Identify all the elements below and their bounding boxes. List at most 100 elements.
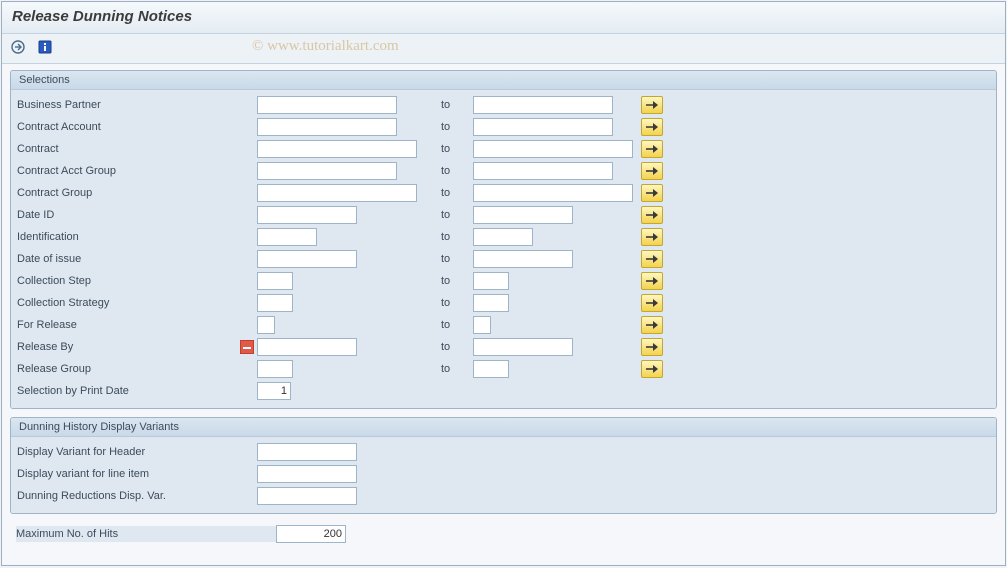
selection-row: Date of issue to [17,248,990,270]
multiple-selection-button[interactable] [641,338,663,356]
multiple-selection-button[interactable] [641,96,663,114]
required-icon [240,340,254,354]
max-hits-label: Maximum No. of Hits [16,526,276,542]
arrow-right-icon [645,232,659,242]
multiple-selection-button[interactable] [641,316,663,334]
multiple-selection-button[interactable] [641,118,663,136]
from-input[interactable] [257,294,293,312]
field-label: Collection Strategy [17,295,237,311]
field-label: Business Partner [17,97,237,113]
execute-icon [11,40,27,54]
print-date-input[interactable] [257,382,291,400]
field-label: Contract Acct Group [17,163,237,179]
to-label: to [427,165,473,177]
arrow-right-icon [645,298,659,308]
to-label: to [427,319,473,331]
from-input[interactable] [257,118,397,136]
field-label: Contract [17,141,237,157]
from-input[interactable] [257,338,357,356]
to-input[interactable] [473,360,509,378]
arrow-right-icon [645,166,659,176]
group-header-variants: Dunning History Display Variants [11,418,996,437]
field-label: Contract Account [17,119,237,135]
variant-input[interactable] [257,465,357,483]
field-label: Date of issue [17,251,237,267]
field-label: Date ID [17,207,237,223]
application-window: Release Dunning Notices © www.tutorialka… [1,1,1006,566]
multiple-selection-button[interactable] [641,206,663,224]
to-input[interactable] [473,294,509,312]
from-input[interactable] [257,228,317,246]
to-label: to [427,209,473,221]
arrow-right-icon [645,210,659,220]
selection-row: Release Groupto [17,358,990,380]
to-input[interactable] [473,96,613,114]
watermark: © www.tutorialkart.com [252,38,399,55]
to-label: to [427,187,473,199]
variant-row: Display variant for line item [17,463,990,485]
field-label: Collection Step [17,273,237,289]
to-input[interactable] [473,250,573,268]
to-label: to [427,99,473,111]
from-input[interactable] [257,360,293,378]
execute-button[interactable] [8,37,30,57]
multiple-selection-button[interactable] [641,294,663,312]
max-hits-input[interactable] [276,525,346,543]
from-input[interactable] [257,162,397,180]
info-button[interactable] [34,37,56,57]
multiple-selection-button[interactable] [641,360,663,378]
arrow-right-icon [645,188,659,198]
multiple-selection-button[interactable] [641,272,663,290]
to-label: to [427,341,473,353]
arrow-right-icon [645,100,659,110]
multiple-selection-button[interactable] [641,228,663,246]
to-input[interactable] [473,228,533,246]
group-body-variants: Display Variant for Header Display varian… [11,437,996,513]
selection-row: Contract Groupto [17,182,990,204]
from-input[interactable] [257,96,397,114]
selection-row: Business Partner to [17,94,990,116]
required-marker [237,340,257,354]
group-selections: Selections Business PartnertoContract Ac… [10,70,997,409]
to-input[interactable] [473,206,573,224]
to-input[interactable] [473,338,573,356]
from-input[interactable] [257,272,293,290]
footer-row: Maximum No. of Hits [10,522,997,544]
from-input[interactable] [257,184,417,202]
from-input[interactable] [257,316,275,334]
arrow-right-icon [645,364,659,374]
selection-row: Collection Stepto [17,270,990,292]
multiple-selection-button[interactable] [641,162,663,180]
field-label: Dunning Reductions Disp. Var. [17,488,237,504]
field-label: Display Variant for Header [17,444,237,460]
multiple-selection-button[interactable] [641,140,663,158]
to-input[interactable] [473,272,509,290]
from-input[interactable] [257,250,357,268]
from-input[interactable] [257,206,357,224]
selection-row: Identificationto [17,226,990,248]
content-area: Selections Business PartnertoContract Ac… [2,64,1005,550]
arrow-right-icon [645,320,659,330]
toolbar: © www.tutorialkart.com [2,34,1005,64]
selection-row: For Releaseto [17,314,990,336]
to-input[interactable] [473,162,613,180]
from-input[interactable] [257,140,417,158]
field-label: Display variant for line item [17,466,237,482]
to-input[interactable] [473,118,613,136]
arrow-right-icon [645,342,659,352]
multiple-selection-button[interactable] [641,184,663,202]
to-label: to [427,253,473,265]
arrow-right-icon [645,144,659,154]
to-input[interactable] [473,184,633,202]
variant-input[interactable] [257,487,357,505]
info-icon [38,40,52,54]
to-input[interactable] [473,140,633,158]
multiple-selection-button[interactable] [641,250,663,268]
selection-row: Contract Acct Group to [17,160,990,182]
to-input[interactable] [473,316,491,334]
to-label: to [427,231,473,243]
group-header-selections: Selections [11,71,996,90]
selection-row: Contract to [17,138,990,160]
variant-input[interactable] [257,443,357,461]
to-label: to [427,143,473,155]
